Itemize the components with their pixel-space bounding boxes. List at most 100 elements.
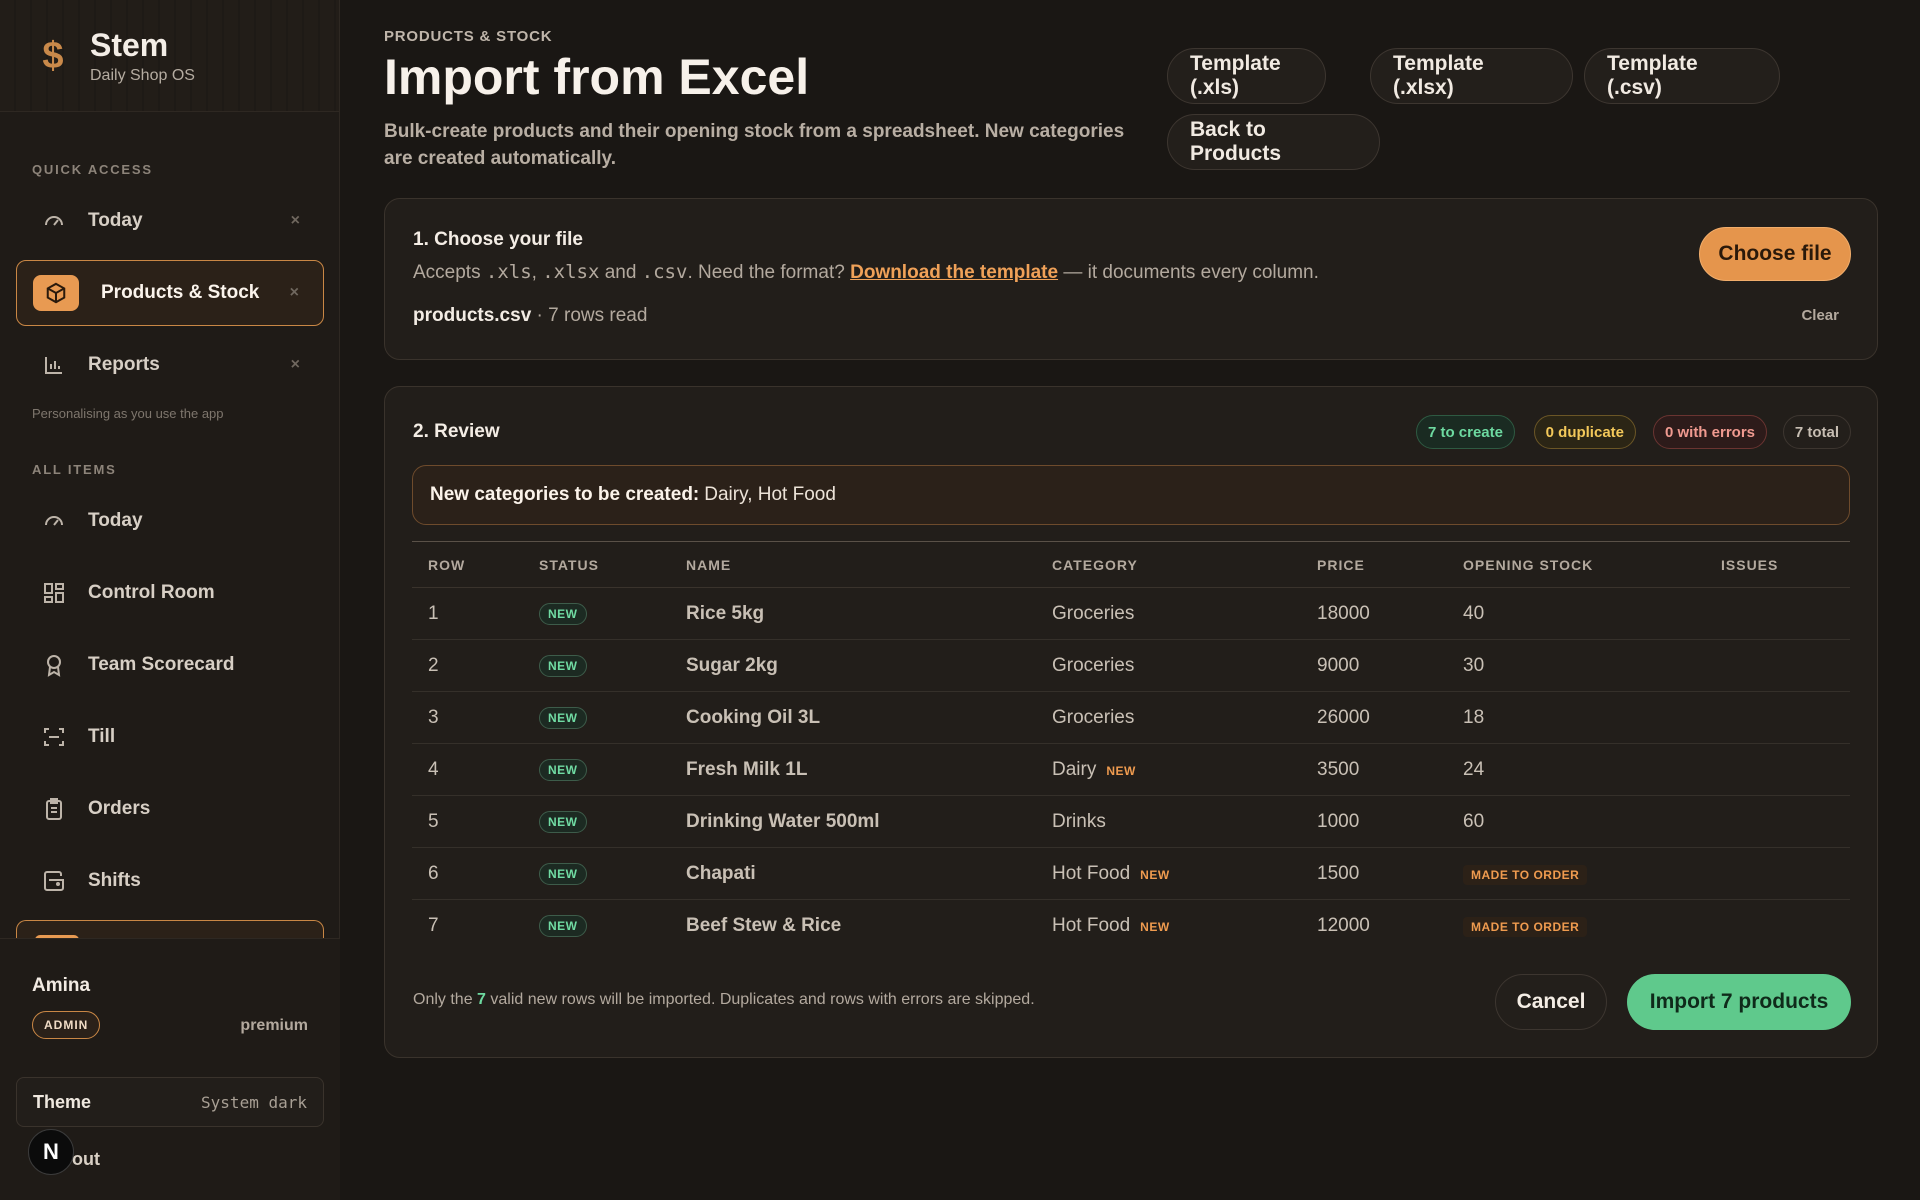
category-cell: Dairy NEW [1036,743,1301,796]
issues [1705,587,1850,640]
footnote-suffix: valid new rows will be imported. Duplica… [490,991,1035,1008]
row-number: 1 [412,587,523,640]
row-number: 5 [412,795,523,848]
table-row: 2 NEW Sugar 2kg Groceries 9000 30 [412,639,1850,692]
quick-item-label: Reports [88,354,160,375]
status-badge: NEW [539,811,587,833]
footnote-prefix: Only the [413,991,473,1008]
floating-n-badge[interactable]: N [28,1129,74,1175]
dollar-logo-icon: $ [42,34,64,77]
issues [1705,847,1850,900]
theme-selector[interactable]: Theme System dark [16,1077,324,1127]
col-price: PRICE [1301,541,1447,588]
ext-xlsx: .xlsx [542,261,600,283]
col-row: ROW [412,541,523,588]
opening-stock: 60 [1447,795,1705,848]
issues [1705,639,1850,692]
category-cell: Hot Food NEW [1036,900,1301,952]
close-icon[interactable]: × [291,212,300,230]
table-row: 3 NEW Cooking Oil 3L Groceries 26000 18 [412,691,1850,744]
sidebar-footer: Amina ADMIN premium Theme System dark ou… [0,938,340,1200]
category: Groceries [1036,639,1301,692]
opening-stock-cell: MADE TO ORDER [1447,847,1705,900]
review-card: 2. Review 7 to create 0 duplicate 0 with… [384,386,1878,1058]
template-csv-button[interactable]: Template (.csv) [1584,48,1780,104]
new-categories-notice: New categories to be created: Dairy, Hot… [412,465,1850,525]
close-icon[interactable]: × [290,284,299,302]
scan-icon [42,725,66,749]
table-row: 7 NEW Beef Stew & Rice Hot Food NEW 12000… [412,900,1850,952]
sidebar-item-team-scorecard[interactable]: Team Scorecard [16,632,324,698]
quick-item-label: Products & Stock [101,282,260,303]
quick-item-reports[interactable]: Reports × [16,332,324,398]
and-word: and [604,262,637,283]
category-cell: Hot Food NEW [1036,847,1301,900]
issues [1705,795,1850,848]
table-row: 1 NEW Rice 5kg Groceries 18000 40 [412,587,1850,640]
category: Drinks [1036,795,1301,848]
close-icon[interactable]: × [291,356,300,374]
theme-value: System dark [201,1092,307,1112]
cancel-button[interactable]: Cancel [1495,974,1607,1030]
page-description: Bulk-create products and their opening s… [384,121,1125,169]
new-categories-value: Dairy, Hot Food [704,484,836,505]
status-badge: NEW [539,603,587,625]
gauge-icon [42,209,66,233]
choose-file-button[interactable]: Choose file [1699,227,1851,281]
footnote-count: 7 [477,991,486,1008]
product-name: Sugar 2kg [670,639,1036,692]
brand[interactable]: $ Stem Daily Shop OS [0,0,339,112]
status-badge: NEW [539,863,587,885]
sidebar-item-till[interactable]: Till [16,704,324,770]
new-category-tag: NEW [1106,763,1136,778]
col-opening-stock: OPENING STOCK [1447,541,1705,588]
category: Groceries [1036,587,1301,640]
back-to-products-button[interactable]: Back to Products [1167,114,1380,170]
personalising-hint: Personalising as you use the app [32,406,224,421]
sidebar-item-label: Team Scorecard [88,654,235,675]
award-icon [42,653,66,677]
sidebar: $ Stem Daily Shop OS QUICK ACCESS Today … [0,0,340,1200]
col-name: NAME [670,541,1036,588]
row-number: 6 [412,847,523,900]
all-items-label: ALL ITEMS [32,462,117,477]
sidebar-item-partially-visible[interactable] [16,920,324,938]
page-title: Import from Excel [384,49,810,105]
ext-xls: .xls [485,261,532,283]
rows-read: · 7 rows read [536,305,648,326]
download-template-link[interactable]: Download the template [850,262,1058,283]
selected-file: products.csv · 7 rows read [413,305,647,327]
clear-file-button[interactable]: Clear [1801,307,1839,324]
table-row: 4 NEW Fresh Milk 1L Dairy NEW 3500 24 [412,743,1850,796]
table-row: 5 NEW Drinking Water 500ml Drinks 1000 6… [412,795,1850,848]
opening-stock: 30 [1447,639,1705,692]
price: 1500 [1301,847,1447,900]
sidebar-item-label: Orders [88,798,151,819]
category: Dairy [1052,758,1097,780]
quick-item-products-stock[interactable]: Products & Stock × [16,260,324,326]
product-name: Drinking Water 500ml [670,795,1036,848]
opening-stock: 24 [1447,743,1705,796]
file-name: products.csv [413,305,532,326]
template-xlsx-button[interactable]: Template (.xlsx) [1370,48,1573,104]
price: 18000 [1301,587,1447,640]
price: 12000 [1317,914,1370,936]
row-number: 3 [412,691,523,744]
template-xls-button[interactable]: Template (.xls) [1167,48,1326,104]
sidebar-item-label: Control Room [88,582,215,603]
to-create-chip: 7 to create [1415,415,1515,449]
product-name: Cooking Oil 3L [670,691,1036,744]
made-to-order-badge: MADE TO ORDER [1463,916,1588,937]
opening-stock: 18 [1447,691,1705,744]
sidebar-item-shifts[interactable]: Shifts [16,848,324,914]
logout-button[interactable]: out [72,1149,100,1170]
sidebar-item-control-room[interactable]: Control Room [16,560,324,626]
sidebar-item-label: Shifts [88,870,141,891]
sidebar-item-orders[interactable]: Orders [16,776,324,842]
issues [1705,900,1850,952]
sidebar-item-today[interactable]: Today [16,488,324,554]
status-badge: NEW [539,759,587,781]
import-products-button[interactable]: Import 7 products [1627,974,1851,1030]
quick-item-today[interactable]: Today × [16,188,324,254]
quick-item-label: Today [88,210,143,231]
